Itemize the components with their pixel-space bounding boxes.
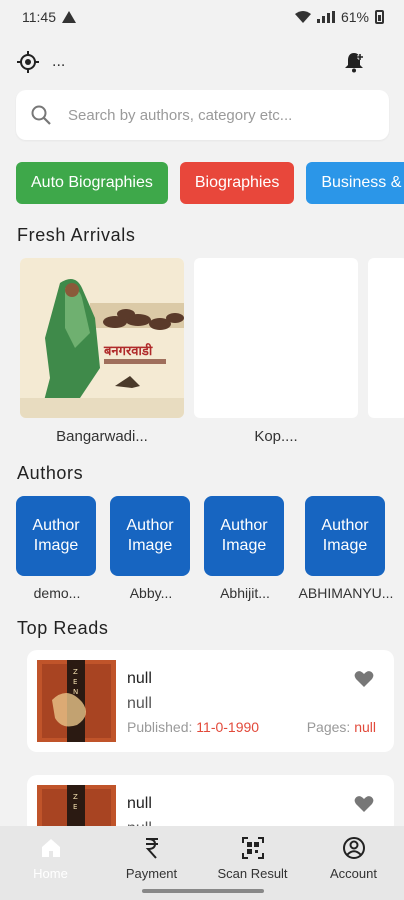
cover-title-text: बनगरवाडी [103,343,153,359]
account-icon [342,837,365,859]
author-image: Author Image [110,496,190,576]
author-image: Author Image [204,496,284,576]
nav-label: Account [330,866,377,881]
published-label: Published: [127,719,193,735]
rupee-icon [145,838,158,859]
read-author: null [127,695,152,712]
section-title-top-reads: Top Reads [17,618,109,638]
category-chips: Auto Biographies Biographies Business & [16,162,404,204]
published-date: 11-0-1990 [196,719,260,735]
svg-text:E: E [73,678,77,686]
chip-business[interactable]: Business & [306,162,404,204]
heart-icon[interactable] [354,670,374,688]
home-indicator [142,889,264,893]
author-name: Abhijit... [220,585,270,601]
author-card[interactable]: Author Image Abhijit... [204,496,286,601]
battery-percent: 61% [340,9,369,25]
fresh-arrivals-list: बनगरवाडी Bangarwadi... Kop.... [20,258,404,445]
nav-label: Home [33,866,68,881]
book-cover: बनगरवाडी [20,258,184,418]
author-name: demo... [33,585,81,601]
book-card[interactable]: Kop.... [194,258,358,445]
read-pages: Pages: null [307,719,376,735]
author-card[interactable]: Author Image ABHIMANYU... [298,496,394,601]
location-icon[interactable] [16,50,40,74]
nav-label: Payment [125,866,178,881]
section-title-authors: Authors [17,463,84,483]
svg-text:N: N [73,688,78,696]
read-title: null [127,795,152,812]
section-title-fresh-arrivals: Fresh Arrivals [17,225,136,245]
home-icon [41,839,60,857]
authors-list: Author Image demo... Author Image Abby..… [16,496,404,601]
top-read-card[interactable]: Z E N null null Published: 11-0-1990 Pag… [27,650,394,752]
svg-text:Z: Z [73,668,78,676]
book-title: Bangarwadi... [56,428,148,445]
nav-label: Scan Result [217,866,288,881]
battery-icon [375,10,384,24]
signal-icon [316,11,335,23]
heart-icon[interactable] [354,795,374,813]
book-card[interactable]: बनगरवाडी Bangarwadi... [20,258,184,445]
author-card[interactable]: Author Image Abby... [110,496,192,601]
author-name: ABHIMANYU... [298,585,394,601]
book-cover [368,258,404,418]
read-title: null [127,670,152,687]
status-time: 11:45 [22,9,56,25]
author-card[interactable]: Author Image demo... [16,496,98,601]
author-name: Abby... [129,585,173,601]
search-input[interactable]: Search by authors, category etc... [16,90,389,140]
pages-label: Pages: [306,719,351,735]
nav-account[interactable]: Account [303,826,404,900]
qr-scan-icon [241,837,264,859]
wifi-icon [294,11,311,23]
author-image: Author Image [16,496,96,576]
author-image: Author Image [305,496,385,576]
pages-value: null [354,719,376,735]
read-published: Published: 11-0-1990 [127,719,259,735]
top-bar: ... [16,48,388,76]
search-placeholder: Search by authors, category etc... [68,106,293,124]
alert-icon [62,11,76,23]
nav-home[interactable]: Home [0,826,101,900]
book-title: Kop.... [254,428,298,445]
read-cover: Z E N [37,660,116,742]
book-card[interactable] [368,258,404,445]
book-cover [194,258,358,418]
svg-text:Z: Z [73,793,78,801]
status-bar: 11:45 61% [0,0,404,34]
chip-auto-biographies[interactable]: Auto Biographies [16,162,168,204]
search-icon [31,105,51,125]
svg-text:E: E [73,803,77,811]
location-text[interactable]: ... [52,53,65,71]
chip-biographies[interactable]: Biographies [179,162,295,204]
notification-add-icon[interactable] [342,50,366,74]
